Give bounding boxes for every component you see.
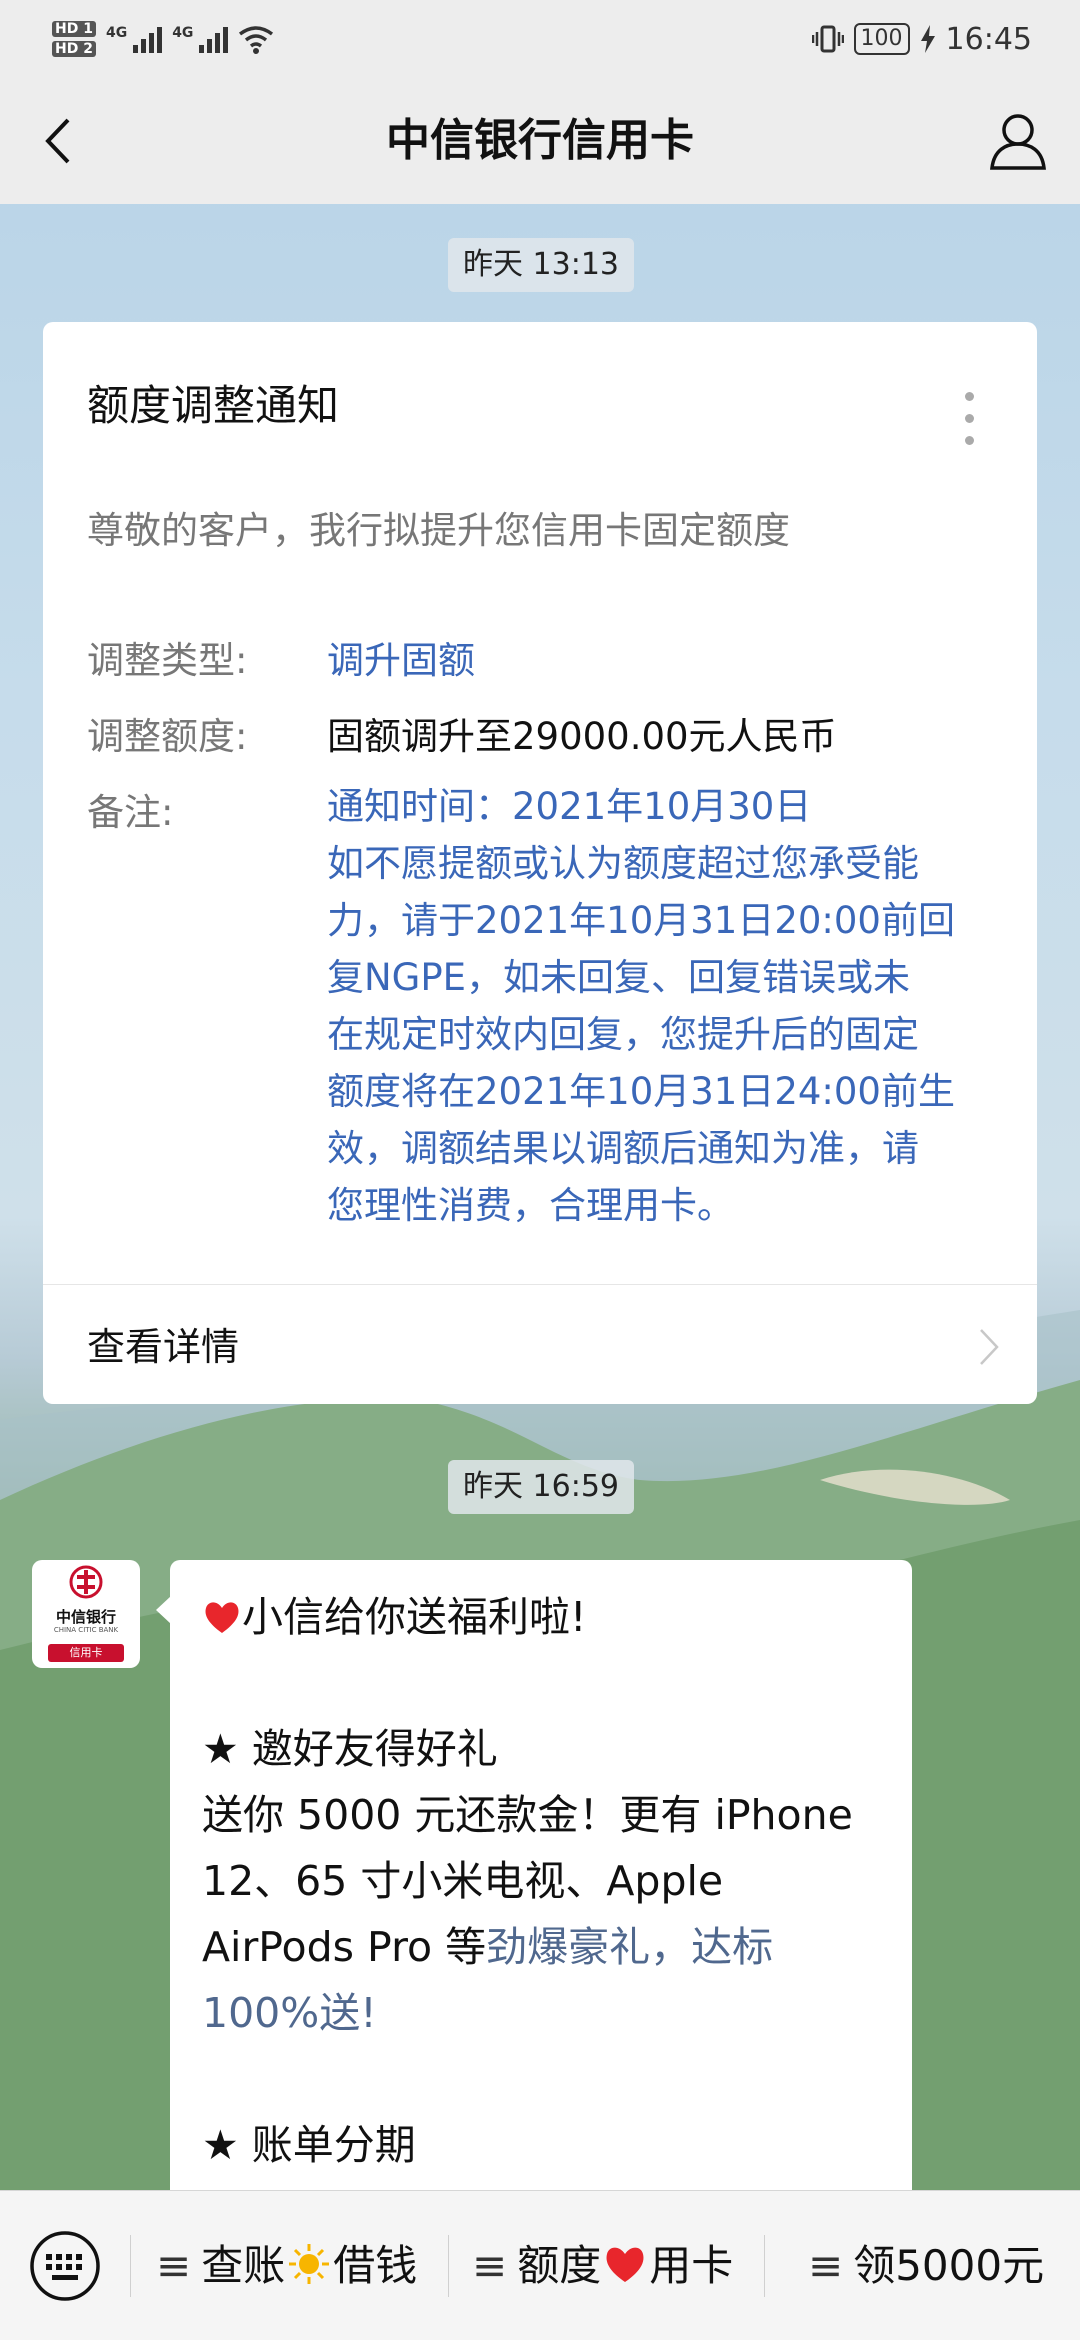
promo-line: AirPods Pro 等 (202, 1923, 487, 1971)
menu-item-get-5000[interactable]: ≡ 领5000元 (808, 2191, 1044, 2340)
adjust-type-value: 调升固额 (327, 639, 475, 682)
remark-text: 通知时间：2021年10月30日 如不愿提额或认为额度超过您承受能 力，请于20… (327, 785, 955, 1227)
menu-list-icon: ≡ (472, 2241, 508, 2290)
menu-list-icon: ≡ (808, 2241, 844, 2290)
notice-title: 额度调整通知 (87, 381, 340, 430)
network-type-1: 4G (105, 25, 128, 41)
network-type-2: 4G (172, 25, 194, 41)
status-time: 16:45 (945, 21, 1032, 57)
menu-separator (764, 2235, 765, 2297)
more-options-button[interactable] (965, 392, 975, 452)
adjust-amount-label: 调整额度: (87, 715, 248, 758)
adjust-type-label: 调整类型: (87, 639, 248, 682)
menu-separator (448, 2235, 449, 2297)
chevron-right-icon (980, 1329, 999, 1365)
menu-item-bill-loan[interactable]: ≡ 查账 借钱 (156, 2191, 417, 2340)
hd-indicator: HD 1 HD 2 (52, 21, 96, 57)
heart-icon (606, 2247, 644, 2282)
keyboard-toggle-button[interactable] (28, 2229, 102, 2303)
keyboard-icon (30, 2231, 100, 2301)
divider (43, 1284, 1037, 1285)
more-vertical-icon (965, 392, 975, 445)
adjust-amount-value: 固额调升至29000.00元人民币 (327, 715, 837, 758)
logo-english: CHINA CITIC BANK (53, 1626, 119, 1634)
menu-item-limit-card[interactable]: ≡ 额度 用卡 (472, 2191, 733, 2340)
promo-message-text: 小信给你送福利啦! ★ 邀好友得好礼 送你 5000 元还款金！更有 iPhon… (202, 1584, 892, 2178)
vibrate-icon (811, 25, 844, 53)
user-icon (990, 114, 1046, 170)
promo-heading: 小信给你送福利啦! (242, 1593, 587, 1641)
sun-icon (289, 2244, 330, 2284)
message-timestamp: 昨天 13:13 (448, 238, 634, 292)
wifi-icon (239, 26, 274, 54)
signal-icon (199, 25, 229, 53)
promo-link[interactable]: 100%送! (202, 1989, 377, 2037)
notice-card[interactable]: 额度调整通知 尊敬的客户，我行拟提升您信用卡固定额度 调整类型: 调升固额 调整… (43, 322, 1037, 1404)
promo-section-title: ★ 邀好友得好礼 (202, 1725, 498, 1773)
menu-list-icon: ≡ (156, 2241, 192, 2290)
bottom-menu-bar: ≡ 查账 借钱 ≡ 额度 用卡 ≡ 领5000元 (0, 2190, 1080, 2340)
heart-icon (205, 1602, 239, 1633)
promo-section-title: ★ 账单分期 (202, 2121, 416, 2169)
menu-separator (130, 2235, 131, 2297)
remark-label: 备注: (87, 791, 174, 834)
charging-icon (920, 25, 935, 53)
title-bar: 中信银行信用卡 (0, 78, 1080, 204)
promo-link[interactable]: 劲爆豪礼，达标 (486, 1923, 773, 1971)
logo-badge: 信用卡 (48, 1644, 124, 1662)
citic-logo-icon (69, 1565, 103, 1599)
bubble-arrow (156, 1596, 171, 1624)
status-bar: HD 1 HD 2 4G 4G 100 16:45 (0, 0, 1080, 78)
view-details-link[interactable]: 查看详情 (87, 1316, 239, 1371)
promo-line: 12、65 寸小米电视、Apple (202, 1857, 724, 1905)
battery-indicator: 100 (853, 23, 910, 55)
notice-intro: 尊敬的客户，我行拟提升您信用卡固定额度 (87, 509, 790, 552)
bank-avatar[interactable]: 中信银行 CHINA CITIC BANK 信用卡 (32, 1560, 140, 1668)
message-timestamp: 昨天 16:59 (448, 1460, 634, 1514)
logo-name: 中信银行 (55, 1608, 116, 1626)
promo-line: 送你 5000 元还款金！更有 iPhone (202, 1791, 853, 1839)
profile-button[interactable] (986, 108, 1050, 172)
page-title: 中信银行信用卡 (386, 115, 694, 166)
signal-icon (133, 25, 163, 53)
